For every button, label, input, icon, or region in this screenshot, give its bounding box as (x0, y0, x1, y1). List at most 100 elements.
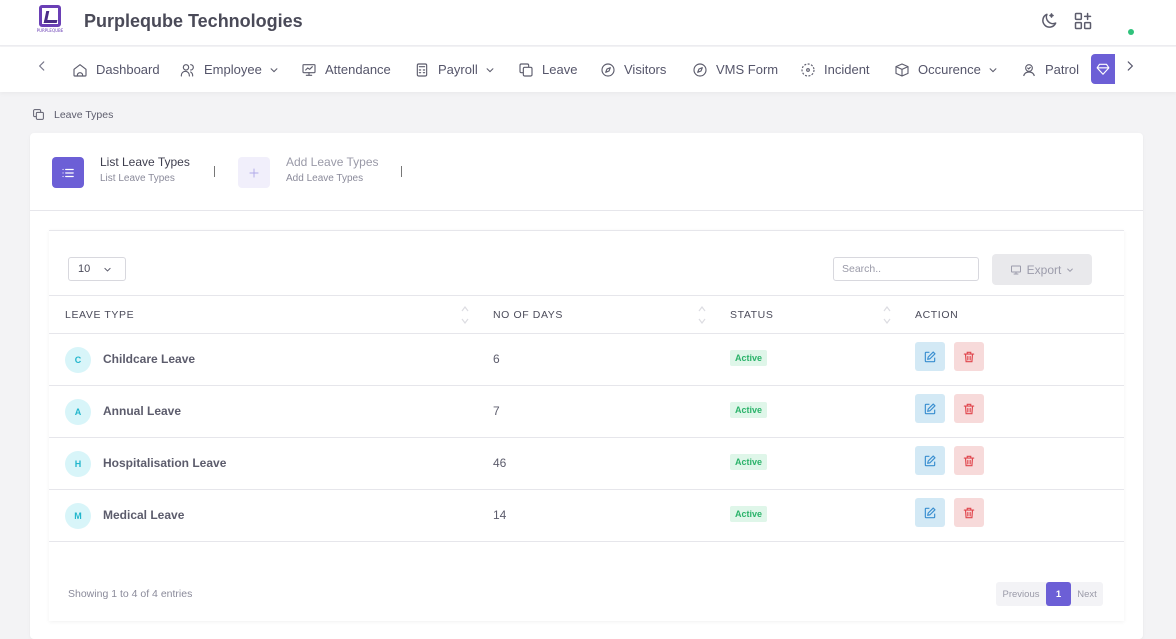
status-badge: Active (730, 506, 768, 522)
edit-button[interactable] (915, 394, 945, 423)
table-row: C Childcare Leave 6 Active (49, 334, 1124, 386)
nav-item-label: Patrol (1045, 62, 1079, 77)
copy-icon (519, 62, 533, 77)
nav-scroll-right-icon[interactable] (1120, 59, 1140, 79)
next-page-button[interactable]: Next (1071, 582, 1103, 606)
leave-type-name: Medical Leave (103, 508, 185, 522)
page-1-button[interactable]: 1 (1046, 582, 1071, 606)
delete-button[interactable] (954, 498, 984, 527)
main-navigation: Dashboard Employee Attendance Payroll Le… (0, 47, 1176, 92)
tab-list-leave-types[interactable] (52, 157, 84, 188)
edit-button[interactable] (915, 342, 945, 371)
box-icon (895, 62, 909, 77)
nav-item-label: Leave (542, 62, 578, 77)
chevron-down-icon (1067, 268, 1074, 272)
edit-icon (924, 402, 936, 414)
plus-icon (249, 167, 259, 178)
nav-item-label: Employee (204, 62, 262, 77)
tab-list-title[interactable]: List Leave Types (100, 155, 190, 169)
nav-item-label: Incident (824, 62, 870, 77)
column-header-leave-type[interactable]: LEAVE TYPE (65, 309, 134, 321)
nav-item-leave[interactable]: Leave (518, 47, 577, 92)
delete-button[interactable] (954, 394, 984, 423)
tab-add-title[interactable]: Add Leave Types (286, 155, 379, 169)
sort-icon[interactable] (697, 304, 707, 326)
home-icon (73, 63, 87, 77)
breadcrumb: Leave Types (32, 108, 113, 121)
nav-item-visitors[interactable]: Visitors (600, 47, 666, 92)
logo-mark-icon (39, 5, 61, 27)
nav-item-occurence[interactable]: Occurence (894, 47, 998, 92)
app-title: Purpleqube Technologies (84, 11, 303, 31)
nav-item-dashboard[interactable]: Dashboard (72, 47, 160, 92)
edit-button[interactable] (915, 498, 945, 527)
nav-item-label: Occurence (918, 62, 981, 77)
leave-type-name: Annual Leave (103, 404, 182, 418)
table-row: M Medical Leave 14 Active (49, 490, 1124, 542)
export-label: Export (1026, 262, 1062, 277)
chevron-down-icon (486, 67, 494, 72)
leave-type-name: Hospitalisation Leave (103, 456, 227, 470)
nav-item-attendance[interactable]: Attendance (301, 47, 391, 92)
status-badge: Active (730, 454, 768, 470)
target-icon (801, 62, 815, 77)
table-info: Showing 1 to 4 of 4 entries (68, 588, 193, 600)
avatar: M (65, 503, 91, 529)
nav-item-payroll[interactable]: Payroll (414, 47, 495, 92)
user-shield-icon (1023, 63, 1035, 76)
monitor-icon (1010, 265, 1021, 274)
nav-item-label: Dashboard (96, 62, 160, 77)
nav-item-incident[interactable]: Incident (800, 47, 870, 92)
nav-item-label: Visitors (624, 62, 667, 77)
trash-icon (963, 507, 975, 518)
company-logo[interactable]: PURPLEQUBE (35, 5, 65, 37)
column-header-action: ACTION (915, 309, 959, 321)
edit-icon (924, 506, 936, 518)
top-header: PURPLEQUBE Purpleqube Technologies (0, 0, 1176, 46)
nav-item-active[interactable] (1091, 54, 1115, 84)
export-button[interactable]: Export (992, 254, 1092, 285)
sort-icon[interactable] (882, 304, 892, 326)
no-of-days: 14 (493, 508, 507, 522)
status-badge: Active (730, 350, 768, 366)
chevron-down-icon (989, 67, 997, 72)
nav-item-vms-form[interactable]: VMS Form (692, 47, 778, 92)
nav-item-label: Attendance (325, 62, 391, 77)
trash-icon (963, 351, 975, 362)
online-status-indicator (1128, 29, 1134, 35)
dark-mode-moon-icon[interactable] (1039, 11, 1061, 33)
edit-icon (924, 454, 936, 466)
column-header-status[interactable]: STATUS (730, 309, 773, 321)
nav-item-employee[interactable]: Employee (180, 47, 279, 92)
breadcrumb-label: Leave Types (54, 108, 114, 121)
delete-button[interactable] (954, 342, 984, 371)
page-length-select[interactable]: 10 (68, 257, 126, 281)
compass-icon (601, 62, 615, 77)
presentation-icon (302, 63, 316, 76)
chevron-down-icon (270, 67, 278, 72)
leave-type-name: Childcare Leave (103, 352, 196, 366)
table-row: H Hospitalisation Leave 46 Active (49, 438, 1124, 490)
page-length-value: 10 (78, 263, 91, 275)
nav-item-patrol[interactable]: Patrol (1021, 47, 1079, 92)
previous-page-button[interactable]: Previous (996, 582, 1046, 606)
nav-item-label: Payroll (438, 62, 478, 77)
pagination: Previous 1 Next (996, 582, 1103, 606)
sort-icon[interactable] (460, 304, 470, 326)
chevron-down-icon (104, 267, 111, 272)
column-header-no-of-days[interactable]: NO OF DAYS (493, 309, 563, 321)
edit-button[interactable] (915, 446, 945, 475)
calculator-icon (416, 62, 428, 77)
status-badge: Active (730, 402, 768, 418)
logo-text: PURPLEQUBE (36, 28, 64, 33)
delete-button[interactable] (954, 446, 984, 475)
nav-scroll-left-icon[interactable] (32, 59, 52, 79)
avatar: C (65, 347, 91, 373)
tab-list-subtitle: List Leave Types (100, 173, 175, 184)
tab-add-leave-types[interactable] (238, 157, 270, 188)
no-of-days: 7 (493, 404, 500, 418)
apps-grid-icon[interactable] (1073, 11, 1095, 33)
copy-icon (33, 109, 44, 120)
search-input[interactable] (833, 257, 979, 281)
leave-types-card: List Leave Types List Leave Types Add Le… (30, 133, 1143, 639)
